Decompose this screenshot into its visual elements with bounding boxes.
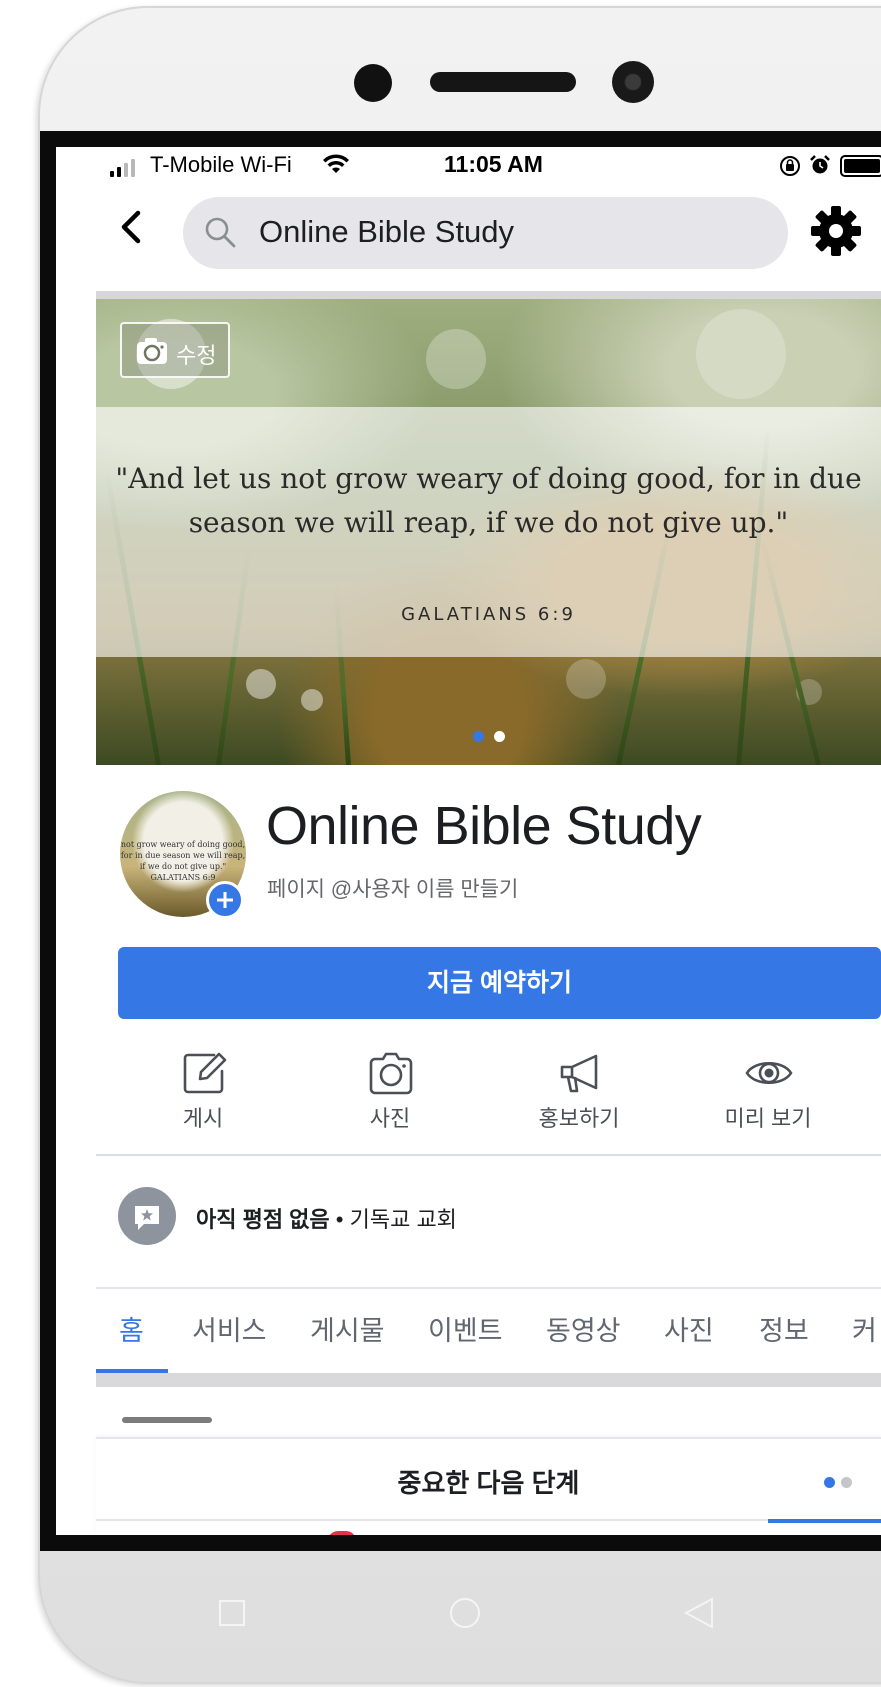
- page-title: Online Bible Study: [266, 796, 702, 856]
- notification-badge-peek: [328, 1531, 356, 1535]
- alarm-icon: [810, 155, 830, 174]
- action-label: 게시: [182, 1106, 224, 1131]
- rating-separator: •: [329, 1207, 350, 1232]
- tab-videos[interactable]: 동영상: [546, 1309, 621, 1348]
- cover-pagination: [96, 729, 881, 743]
- cover-quote-reference: GALATIANS 6:9: [401, 604, 576, 625]
- next-steps-dot-2[interactable]: [841, 1477, 852, 1488]
- battery-icon: [840, 155, 881, 177]
- tab-about[interactable]: 정보: [759, 1309, 809, 1348]
- book-now-button[interactable]: 지금 예약하기: [118, 947, 881, 1019]
- tab-events[interactable]: 이벤트: [428, 1309, 503, 1348]
- add-profile-photo-button[interactable]: [206, 881, 244, 919]
- promote-action-button[interactable]: 홍보하기: [484, 1037, 674, 1147]
- post-action-button[interactable]: 게시: [108, 1037, 298, 1147]
- avatar-quote-text: not grow weary of doing good, for in due…: [120, 840, 246, 882]
- camera-icon: [137, 338, 167, 364]
- tab-services[interactable]: 서비스: [192, 1309, 267, 1348]
- rating-row[interactable]: 아직 평점 없음 • 기독교 교회: [96, 1187, 881, 1247]
- photo-action-button[interactable]: 사진: [295, 1037, 485, 1147]
- earpiece-speaker: [430, 72, 576, 92]
- page-actions: 게시 사진 홍보하기 미리 보기: [96, 1037, 881, 1147]
- camera-icon: [369, 1052, 413, 1095]
- rotation-lock-icon: [780, 156, 800, 176]
- front-camera: [612, 61, 654, 103]
- search-input[interactable]: Online Bible Study: [183, 197, 788, 269]
- status-time: 11:05 AM: [444, 151, 543, 177]
- back-triangle-icon[interactable]: [682, 1596, 716, 1630]
- tab-posts[interactable]: 게시물: [310, 1309, 385, 1348]
- next-steps-sheet[interactable]: 중요한 다음 단계: [96, 1437, 881, 1535]
- progress-indicator: [768, 1519, 881, 1523]
- home-icon[interactable]: [450, 1598, 480, 1628]
- tab-photos[interactable]: 사진: [664, 1309, 714, 1348]
- page-category: 기독교 교회: [349, 1207, 457, 1232]
- tab-community[interactable]: 커: [852, 1309, 877, 1348]
- create-username-link[interactable]: 페이지 @사용자 이름 만들기: [267, 873, 518, 903]
- edit-cover-button[interactable]: 수정: [120, 322, 230, 378]
- sheet-divider: [96, 1519, 881, 1521]
- cover-quote: "And let us not grow weary of doing good…: [115, 462, 862, 539]
- section-divider: [96, 1154, 881, 1156]
- action-label: 미리 보기: [724, 1106, 812, 1131]
- next-steps-title: 중요한 다음 단계: [397, 1468, 580, 1498]
- page-tabs: 홈 서비스 게시물 이벤트 동영상 사진 정보 커: [96, 1289, 881, 1373]
- edit-icon: [183, 1052, 227, 1094]
- next-steps-dot-1[interactable]: [824, 1477, 835, 1488]
- recent-apps-icon[interactable]: [219, 1600, 245, 1626]
- proximity-sensor: [354, 64, 392, 102]
- tab-home[interactable]: 홈: [119, 1309, 144, 1348]
- hardware-nav-bar: [0, 1590, 881, 1650]
- wifi-icon: [323, 154, 349, 173]
- cover-photo[interactable]: "And let us not grow weary of doing good…: [96, 299, 881, 765]
- rating-text: 아직 평점 없음 • 기독교 교회: [196, 1202, 457, 1234]
- chevron-left-icon[interactable]: [116, 207, 146, 247]
- action-label: 홍보하기: [538, 1106, 620, 1131]
- eye-icon: [745, 1061, 793, 1085]
- action-label: 사진: [369, 1106, 411, 1131]
- cover-dot-1[interactable]: [472, 731, 484, 742]
- signal-strength-icon: [110, 159, 135, 177]
- preview-action-button[interactable]: 미리 보기: [673, 1037, 863, 1147]
- status-bar: T-Mobile Wi-Fi 11:05 AM: [56, 147, 881, 185]
- next-steps-pagination: [824, 1475, 858, 1493]
- search-query: Online Bible Study: [259, 214, 515, 249]
- edit-cover-label: 수정: [176, 343, 217, 368]
- review-bubble-icon: [118, 1187, 176, 1245]
- cover-dot-2[interactable]: [493, 731, 505, 742]
- megaphone-icon: [560, 1054, 598, 1093]
- gear-icon[interactable]: [810, 205, 862, 257]
- feed-content-peek: [122, 1417, 212, 1423]
- header-divider: [96, 291, 881, 299]
- content-divider: [96, 1373, 881, 1387]
- rating-status: 아직 평점 없음: [196, 1207, 330, 1232]
- search-icon: [205, 217, 236, 248]
- app-screen: T-Mobile Wi-Fi 11:05 AM Online Bible Stu…: [56, 147, 881, 1535]
- carrier-name: T-Mobile Wi-Fi: [150, 152, 292, 177]
